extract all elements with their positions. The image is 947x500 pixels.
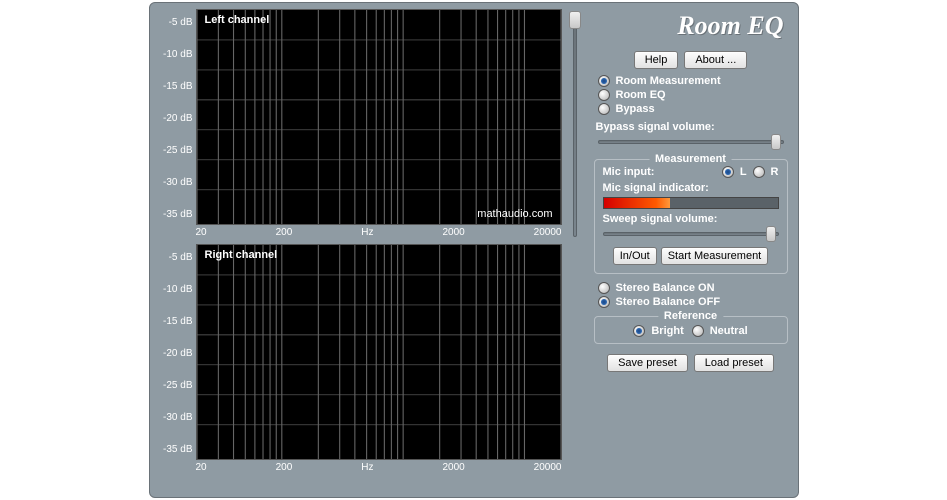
- plot-left: Left channel mathaudio.com: [196, 9, 562, 225]
- y-tick: -20 dB: [160, 348, 193, 360]
- radio-icon: [633, 325, 645, 337]
- mic-indicator-label: Mic signal indicator:: [603, 182, 779, 194]
- y-tick: -15 dB: [160, 316, 193, 328]
- radio-icon: [598, 296, 610, 308]
- radio-icon: [722, 166, 734, 178]
- x-axis-right: 20 200 Hz 2000 20000: [160, 460, 562, 473]
- mode-radio-measurement[interactable]: Room Measurement: [598, 75, 790, 87]
- y-tick: -10 dB: [160, 284, 193, 296]
- plot-title-right: Right channel: [205, 249, 278, 261]
- x-tick: 200: [276, 462, 293, 473]
- x-tick: 2000: [442, 227, 464, 238]
- zoom-slider[interactable]: [568, 11, 582, 237]
- x-tick: 20000: [534, 227, 562, 238]
- radio-icon: [598, 89, 610, 101]
- reference-neutral-radio[interactable]: Neutral: [692, 325, 748, 337]
- radio-label: Neutral: [710, 325, 748, 337]
- plot-right: Right channel: [196, 244, 562, 460]
- bypass-volume-slider[interactable]: [598, 135, 784, 149]
- about-button[interactable]: About ...: [684, 51, 747, 69]
- side-panel: Room EQ Help About ... Room Measurement …: [592, 9, 790, 491]
- save-preset-button[interactable]: Save preset: [607, 354, 688, 372]
- radio-icon: [598, 75, 610, 87]
- mode-radio-bypass[interactable]: Bypass: [598, 103, 790, 115]
- y-tick: -25 dB: [160, 380, 193, 392]
- x-tick: 20000: [534, 462, 562, 473]
- slider-track: [598, 140, 784, 144]
- mode-radio-eq[interactable]: Room EQ: [598, 89, 790, 101]
- radio-label: Room Measurement: [616, 75, 721, 87]
- radio-label: Room EQ: [616, 89, 666, 101]
- sweep-volume-label: Sweep signal volume:: [603, 213, 779, 225]
- fieldset-title: Measurement: [649, 153, 732, 165]
- y-tick: -10 dB: [160, 49, 193, 61]
- slider-track: [573, 11, 577, 237]
- radio-icon: [598, 103, 610, 115]
- start-measurement-button[interactable]: Start Measurement: [661, 247, 769, 265]
- bypass-volume-label: Bypass signal volume:: [592, 121, 790, 133]
- y-tick: -5 dB: [160, 252, 193, 264]
- grid-svg: [197, 10, 561, 224]
- x-axis-left: 20 200 Hz 2000 20000: [160, 225, 562, 238]
- x-tick: 200: [276, 227, 293, 238]
- slider-track: [603, 232, 779, 236]
- x-tick: Hz: [361, 462, 373, 473]
- radio-label: Stereo Balance OFF: [616, 296, 721, 308]
- stereo-balance-on-radio[interactable]: Stereo Balance ON: [598, 282, 790, 294]
- radio-label: L: [740, 166, 747, 178]
- sweep-volume-slider[interactable]: [603, 227, 779, 241]
- reference-fieldset: Reference Bright Neutral: [594, 316, 788, 344]
- radio-label: Bright: [651, 325, 683, 337]
- chart-right: -5 dB -10 dB -15 dB -20 dB -25 dB -30 dB…: [160, 244, 562, 473]
- x-tick: Hz: [361, 227, 373, 238]
- fieldset-title: Reference: [658, 310, 723, 322]
- radio-icon: [692, 325, 704, 337]
- y-tick: -15 dB: [160, 81, 193, 93]
- y-axis-left: -5 dB -10 dB -15 dB -20 dB -25 dB -30 dB…: [160, 9, 196, 225]
- slider-thumb[interactable]: [771, 134, 781, 150]
- charts-column: -5 dB -10 dB -15 dB -20 dB -25 dB -30 dB…: [160, 9, 562, 491]
- y-tick: -35 dB: [160, 444, 193, 456]
- y-tick: -30 dB: [160, 412, 193, 424]
- y-tick: -25 dB: [160, 145, 193, 157]
- grid-svg: [197, 245, 561, 459]
- y-tick: -30 dB: [160, 177, 193, 189]
- x-tick: 20: [196, 227, 207, 238]
- slider-thumb[interactable]: [766, 226, 776, 242]
- mic-input-label: Mic input:: [603, 166, 655, 178]
- mic-signal-indicator: [603, 197, 779, 209]
- y-tick: -5 dB: [160, 17, 193, 29]
- app-panel: -5 dB -10 dB -15 dB -20 dB -25 dB -30 dB…: [149, 2, 799, 498]
- radio-label: R: [771, 166, 779, 178]
- reference-bright-radio[interactable]: Bright: [633, 325, 683, 337]
- mode-radio-group: Room Measurement Room EQ Bypass: [592, 75, 790, 115]
- watermark: mathaudio.com: [477, 208, 552, 220]
- radio-icon: [598, 282, 610, 294]
- measurement-fieldset: Measurement Mic input: L R Mic signal in…: [594, 159, 788, 274]
- chart-left: -5 dB -10 dB -15 dB -20 dB -25 dB -30 dB…: [160, 9, 562, 238]
- mic-radio-l[interactable]: L: [722, 166, 747, 178]
- stereo-balance-off-radio[interactable]: Stereo Balance OFF: [598, 296, 790, 308]
- app-title: Room EQ: [592, 11, 790, 41]
- y-axis-right: -5 dB -10 dB -15 dB -20 dB -25 dB -30 dB…: [160, 244, 196, 460]
- y-tick: -35 dB: [160, 209, 193, 221]
- mic-radio-r[interactable]: R: [753, 166, 779, 178]
- y-tick: -20 dB: [160, 113, 193, 125]
- in-out-button[interactable]: In/Out: [613, 247, 657, 265]
- radio-icon: [753, 166, 765, 178]
- load-preset-button[interactable]: Load preset: [694, 354, 774, 372]
- help-button[interactable]: Help: [634, 51, 679, 69]
- x-tick: 20: [196, 462, 207, 473]
- radio-label: Stereo Balance ON: [616, 282, 715, 294]
- x-tick: 2000: [442, 462, 464, 473]
- stereo-balance-group: Stereo Balance ON Stereo Balance OFF: [592, 282, 790, 308]
- radio-label: Bypass: [616, 103, 655, 115]
- vertical-slider-column: [568, 9, 586, 491]
- plot-title-left: Left channel: [205, 14, 270, 26]
- slider-thumb[interactable]: [569, 11, 581, 29]
